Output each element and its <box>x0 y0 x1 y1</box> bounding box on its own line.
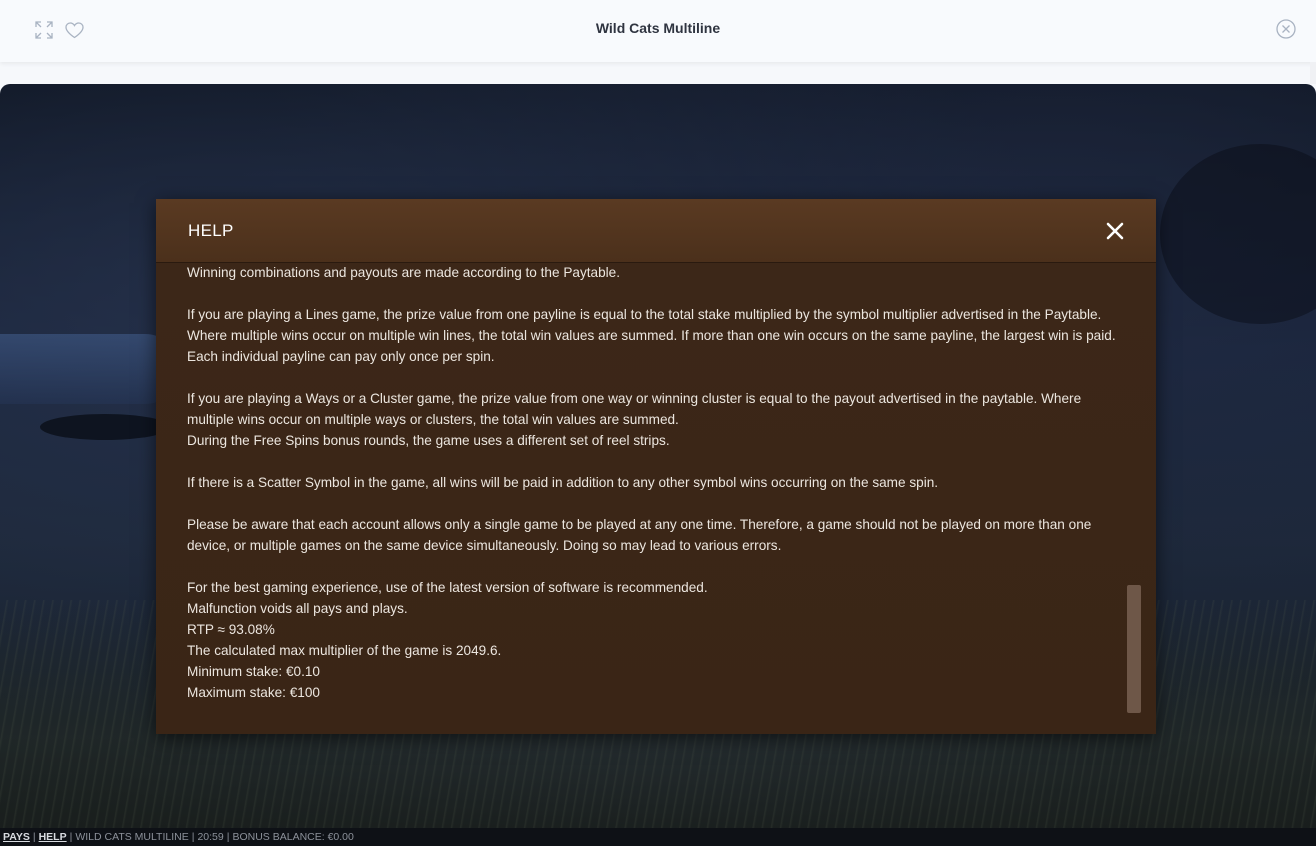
close-circle-icon[interactable] <box>1276 19 1296 39</box>
help-paragraph: Winning combinations and payouts are mad… <box>187 263 1122 283</box>
help-line: For the best gaming experience, use of t… <box>187 580 708 595</box>
game-title: Wild Cats Multiline <box>595 20 721 36</box>
top-bar: Wild Cats Multiline <box>0 0 1316 62</box>
help-paragraph: Please be aware that each account allows… <box>187 514 1122 556</box>
status-time: 20:59 <box>197 831 224 843</box>
help-modal: HELP Winning combinations and payouts ar… <box>156 199 1156 734</box>
help-paragraph: If there is a Scatter Symbol in the game… <box>187 472 1122 493</box>
help-line: During the Free Spins bonus rounds, the … <box>187 433 670 448</box>
modal-scrollbar-thumb[interactable] <box>1127 585 1141 713</box>
help-line: If you are playing a Ways or a Cluster g… <box>187 391 1082 427</box>
water-reflection <box>0 334 180 404</box>
help-paragraph: For the best gaming experience, use of t… <box>187 577 1122 703</box>
modal-title: HELP <box>188 221 234 240</box>
pays-link[interactable]: PAYS <box>3 831 30 843</box>
modal-body[interactable]: Winning combinations and payouts are mad… <box>156 263 1156 734</box>
status-game-name: WILD CATS MULTILINE <box>75 831 189 843</box>
help-line: RTP ≈ 93.08% <box>187 622 275 637</box>
help-link[interactable]: HELP <box>39 831 67 843</box>
tree-silhouette <box>40 414 170 440</box>
modal-header: HELP <box>156 199 1156 263</box>
help-line: Please be aware that each account allows… <box>187 517 1092 553</box>
close-icon[interactable] <box>1104 220 1126 242</box>
help-line: Winning combinations and payouts are mad… <box>187 265 620 280</box>
tree-silhouette <box>1160 144 1316 324</box>
help-paragraph: If you are playing a Lines game, the pri… <box>187 304 1122 367</box>
help-line: Malfunction voids all pays and plays. <box>187 601 408 616</box>
help-line: If you are playing a Lines game, the pri… <box>187 307 1116 364</box>
status-bar: PAYS | HELP | WILD CATS MULTILINE | 20:59 | BONU… <box>0 828 1316 846</box>
page-scrollbar[interactable] <box>1310 62 1316 84</box>
help-line: If there is a Scatter Symbol in the game… <box>187 475 939 490</box>
status-bonus-balance: BONUS BALANCE: €0.00 <box>232 831 354 843</box>
help-line: Minimum stake: €0.10 <box>187 664 320 679</box>
help-line: The calculated max multiplier of the gam… <box>187 643 502 658</box>
help-text: Winning combinations and payouts are mad… <box>187 263 1122 724</box>
help-paragraph: If you are playing a Ways or a Cluster g… <box>187 388 1122 451</box>
help-line: Maximum stake: €100 <box>187 685 320 700</box>
